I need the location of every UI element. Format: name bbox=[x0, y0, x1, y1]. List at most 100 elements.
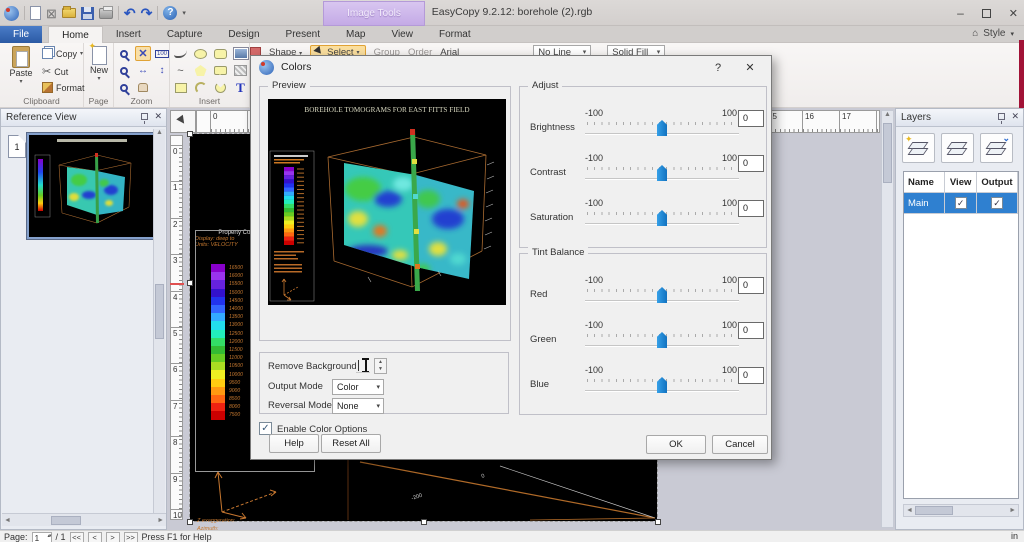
arc-tool-icon[interactable] bbox=[192, 80, 209, 95]
ellipse-tool-icon[interactable] bbox=[192, 46, 209, 61]
reversal-mode-combo[interactable]: None bbox=[332, 398, 384, 414]
maximize-button[interactable] bbox=[981, 8, 991, 18]
selection-handle[interactable] bbox=[187, 280, 193, 286]
callout-tool-icon[interactable] bbox=[212, 63, 229, 78]
selection-handle[interactable] bbox=[421, 519, 427, 525]
page-thumbnail[interactable] bbox=[26, 132, 156, 240]
column-header-name[interactable]: Name bbox=[904, 172, 946, 192]
zoom-out-icon[interactable] bbox=[116, 63, 132, 78]
cancel-button[interactable]: Cancel bbox=[712, 435, 768, 454]
selection-handle[interactable] bbox=[187, 519, 193, 525]
minimize-button[interactable]: – bbox=[957, 6, 964, 20]
dialog-close-button[interactable]: ✕ bbox=[741, 59, 759, 77]
tab-file[interactable]: File bbox=[0, 26, 43, 43]
fit-page-icon[interactable]: ✕ bbox=[135, 46, 151, 61]
tab-view[interactable]: View bbox=[378, 26, 426, 43]
fit-height-icon[interactable]: ↕ bbox=[154, 63, 170, 78]
next-page-button[interactable]: > bbox=[105, 531, 120, 542]
text-tool-icon[interactable]: T bbox=[232, 80, 249, 95]
format-painter-button[interactable]: Format bbox=[42, 82, 85, 93]
layer-row-main[interactable]: Main ✓ ✓ bbox=[904, 193, 1018, 214]
cut-button[interactable]: ✂ Cut bbox=[42, 65, 68, 78]
scrollbar-thumb[interactable] bbox=[155, 284, 164, 339]
tab-format[interactable]: Format bbox=[426, 26, 484, 43]
help-button[interactable]: Help bbox=[269, 434, 319, 453]
reset-all-button[interactable]: Reset All bbox=[321, 434, 381, 453]
pattern-tool-icon[interactable] bbox=[232, 63, 249, 78]
zoom-100-icon[interactable]: 100 bbox=[154, 46, 170, 61]
rect-tool-icon[interactable] bbox=[172, 80, 189, 95]
blue-value-field[interactable]: 0 bbox=[738, 367, 764, 384]
reference-horizontal-scrollbar[interactable]: ◄ ► bbox=[2, 513, 166, 526]
panel-close-icon[interactable]: ✕ bbox=[1011, 112, 1019, 121]
tab-map[interactable]: Map bbox=[333, 26, 378, 43]
zoom-in-icon[interactable] bbox=[116, 46, 132, 61]
contrast-value-field[interactable]: 0 bbox=[738, 155, 764, 172]
polygon-tool-icon[interactable] bbox=[192, 63, 209, 78]
panel-close-icon[interactable]: ✕ bbox=[154, 112, 162, 121]
dialog-help-button[interactable]: ? bbox=[709, 59, 727, 77]
page-number-spinner[interactable]: 1 bbox=[31, 531, 52, 542]
green-value-field[interactable]: 0 bbox=[738, 322, 764, 339]
tab-capture[interactable]: Capture bbox=[154, 26, 216, 43]
freehand-tool-icon[interactable]: ~ bbox=[172, 63, 189, 78]
copy-button[interactable]: Copy ▾ bbox=[42, 48, 83, 59]
scrollbar-thumb[interactable] bbox=[914, 506, 953, 515]
green-slider[interactable] bbox=[585, 330, 739, 352]
brightness-label: Brightness bbox=[530, 122, 575, 133]
last-page-button[interactable]: >> bbox=[123, 531, 138, 542]
tab-design[interactable]: Design bbox=[215, 26, 272, 43]
saturation-slider[interactable] bbox=[585, 208, 739, 230]
scrollbar-thumb[interactable] bbox=[50, 515, 81, 525]
image-tool-icon[interactable] bbox=[232, 46, 249, 61]
zoom-region-icon[interactable] bbox=[116, 80, 132, 95]
remove-background-spinner[interactable]: ▲ ▼ bbox=[374, 358, 387, 374]
ribbon-collapse-icon[interactable]: ⌂ bbox=[972, 28, 978, 39]
prev-page-button[interactable]: < bbox=[87, 531, 102, 542]
window-pin-icon[interactable] bbox=[141, 113, 149, 124]
first-page-button[interactable]: << bbox=[69, 531, 84, 542]
page-thumbnail-badge[interactable]: 1 bbox=[8, 135, 26, 158]
reversal-mode-label: Reversal Mode bbox=[268, 400, 332, 411]
curve-tool-icon[interactable] bbox=[172, 46, 189, 61]
new-page-button[interactable]: New ▾ bbox=[82, 41, 116, 82]
tab-present[interactable]: Present bbox=[273, 26, 333, 43]
selection-handle[interactable] bbox=[187, 131, 193, 137]
ok-button[interactable]: OK bbox=[646, 435, 706, 454]
fit-width-icon[interactable]: ↔ bbox=[135, 63, 151, 78]
saturation-value-field[interactable]: 0 bbox=[738, 200, 764, 217]
style-button[interactable]: ⌂ Style ▾ bbox=[972, 28, 1014, 39]
brightness-slider[interactable] bbox=[585, 118, 739, 140]
blue-slider[interactable] bbox=[585, 375, 739, 397]
tab-insert[interactable]: Insert bbox=[103, 26, 154, 43]
canvas-vertical-scrollbar[interactable]: ▲ bbox=[881, 110, 894, 528]
view-checkbox[interactable]: ✓ bbox=[954, 197, 967, 209]
brightness-value-field[interactable]: 0 bbox=[738, 110, 764, 127]
dialog-titlebar[interactable]: Colors ? ✕ bbox=[251, 56, 771, 80]
cut-icon: ✂ bbox=[42, 66, 52, 78]
merge-layer-button[interactable]: ⌄ bbox=[980, 133, 1013, 163]
scrollbar-thumb[interactable] bbox=[883, 123, 892, 183]
delete-layer-button[interactable] bbox=[941, 133, 974, 163]
close-button[interactable]: ✕ bbox=[1009, 7, 1018, 20]
output-mode-combo[interactable]: Color bbox=[332, 379, 384, 395]
red-slider[interactable] bbox=[585, 285, 739, 307]
red-value-field[interactable]: 0 bbox=[738, 277, 764, 294]
v-ruler[interactable]: 0 1 2 3 4 5 6 7 8 9 10 bbox=[170, 135, 183, 520]
layers-horizontal-scrollbar[interactable]: ◄ ► bbox=[903, 504, 1019, 517]
reference-vertical-scrollbar[interactable]: ▲ bbox=[153, 129, 165, 519]
dialog-title: Colors bbox=[281, 61, 312, 73]
column-header-output[interactable]: Output bbox=[976, 172, 1018, 192]
titlebar: ⊠ ↶ ↷ ? ▾ Image Tools EasyCopy 9.2.12: b… bbox=[0, 0, 1024, 26]
column-header-view[interactable]: View bbox=[945, 172, 977, 192]
pan-icon[interactable] bbox=[135, 80, 151, 95]
pie-tool-icon[interactable] bbox=[212, 80, 229, 95]
selection-handle[interactable] bbox=[655, 519, 661, 525]
ruler-corner-button[interactable] bbox=[170, 110, 196, 133]
output-checkbox[interactable]: ✓ bbox=[990, 197, 1003, 209]
window-pin-icon[interactable] bbox=[998, 113, 1006, 124]
rounded-rect-tool-icon[interactable] bbox=[212, 46, 229, 61]
paste-button[interactable]: Paste ▾ bbox=[4, 46, 38, 85]
contrast-slider[interactable] bbox=[585, 163, 739, 185]
new-layer-button[interactable]: ✦ bbox=[902, 133, 935, 163]
